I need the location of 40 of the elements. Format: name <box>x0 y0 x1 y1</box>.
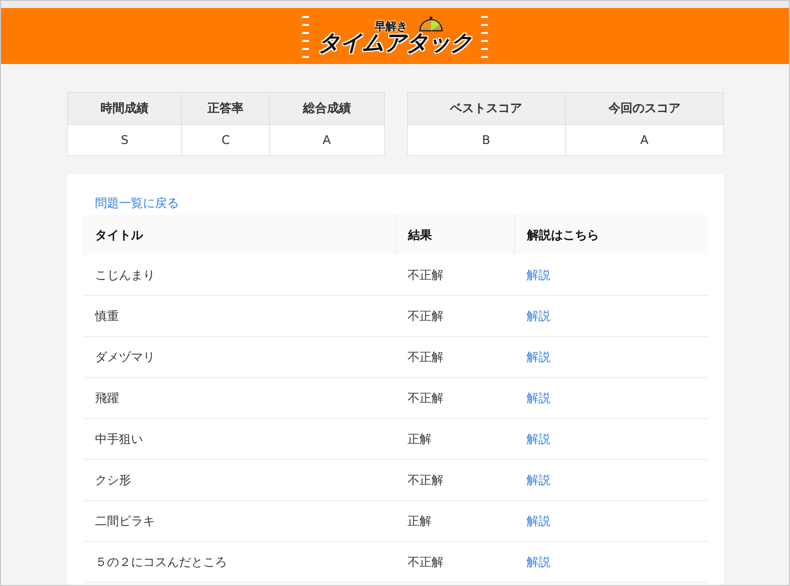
column-header: 今回のスコア <box>565 92 724 124</box>
column-header: 時間成績 <box>68 92 182 124</box>
title-cell: ５の２にコスんだところ <box>83 542 396 582</box>
result-cell: 不正解 <box>396 542 514 582</box>
explanation-link[interactable]: 解説 <box>526 554 550 568</box>
score-cell: B <box>407 124 566 156</box>
explanation-link[interactable]: 解説 <box>526 390 550 404</box>
title-cell: こじんまり <box>83 255 396 296</box>
result-cell: 不正解 <box>396 296 514 336</box>
logo-title: タイムアタック <box>318 32 472 56</box>
score-cell: C <box>182 124 270 156</box>
column-header: タイトル <box>83 215 396 255</box>
explanation-link[interactable]: 解説 <box>526 308 550 322</box>
score-cell: A <box>565 124 724 156</box>
back-link[interactable]: 問題一覧に戻る <box>95 195 179 212</box>
column-header: 結果 <box>396 215 514 255</box>
result-cell: 不正解 <box>396 378 514 418</box>
column-header: ベストスコア <box>407 92 566 124</box>
title-cell: クシ形 <box>83 460 396 500</box>
result-cell: 不正解 <box>396 460 514 500</box>
score-cell: A <box>270 124 384 156</box>
explanation-link[interactable]: 解説 <box>526 268 550 282</box>
explanation-link[interactable]: 解説 <box>526 472 550 486</box>
title-cell: 飛躍 <box>83 378 396 418</box>
result-cell: 正解 <box>396 500 514 542</box>
explanation-link[interactable]: 解説 <box>526 432 550 446</box>
title-cell: 中手狙い <box>83 418 396 460</box>
column-header: 解説はこちら <box>514 215 708 255</box>
explanation-link[interactable]: 解説 <box>526 350 550 364</box>
explanation-link[interactable]: 解説 <box>526 514 550 528</box>
title-cell: 慎重 <box>83 296 396 336</box>
column-header: 正答率 <box>182 92 270 124</box>
score-cell: S <box>68 124 182 156</box>
title-cell: 二間ビラキ <box>83 500 396 542</box>
title-cell: ダメヅマリ <box>83 336 396 378</box>
logo-subtitle: 早解き <box>374 20 408 32</box>
result-cell: 不正解 <box>396 255 514 296</box>
result-cell: 不正解 <box>396 336 514 378</box>
result-cell: 正解 <box>396 418 514 460</box>
column-header: 総合成績 <box>270 92 384 124</box>
